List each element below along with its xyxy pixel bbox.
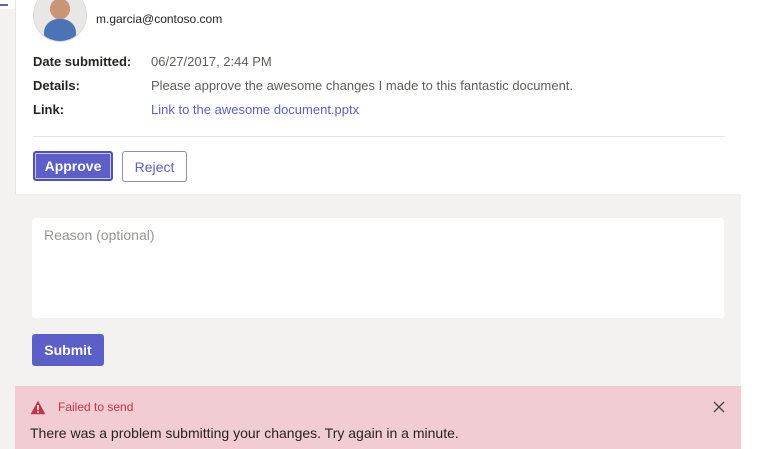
reason-input[interactable] bbox=[32, 218, 724, 318]
date-submitted-value: 06/27/2017, 2:44 PM bbox=[151, 54, 272, 69]
approval-card: m.garcia@contoso.com Date submitted: 06/… bbox=[15, 0, 741, 194]
link-label: Link: bbox=[33, 102, 65, 117]
warning-icon bbox=[30, 400, 46, 415]
right-edge bbox=[741, 0, 759, 449]
accent-mark bbox=[0, 4, 8, 6]
date-submitted-label: Date submitted: bbox=[33, 54, 132, 69]
details-value: Please approve the awesome changes I mad… bbox=[151, 78, 574, 93]
divider bbox=[33, 136, 725, 137]
error-message: There was a problem submitting your chan… bbox=[30, 425, 459, 441]
close-icon[interactable] bbox=[712, 400, 726, 414]
error-title: Failed to send bbox=[58, 400, 134, 414]
error-banner: Failed to send There was a problem submi… bbox=[15, 386, 741, 449]
reject-button[interactable]: Reject bbox=[122, 151, 187, 182]
avatar bbox=[33, 0, 87, 42]
approve-button[interactable]: Approve bbox=[33, 151, 113, 181]
submit-button[interactable]: Submit bbox=[32, 334, 104, 366]
document-link[interactable]: Link to the awesome document.pptx bbox=[151, 102, 359, 117]
requester-email: m.garcia@contoso.com bbox=[96, 12, 223, 26]
details-label: Details: bbox=[33, 78, 80, 93]
